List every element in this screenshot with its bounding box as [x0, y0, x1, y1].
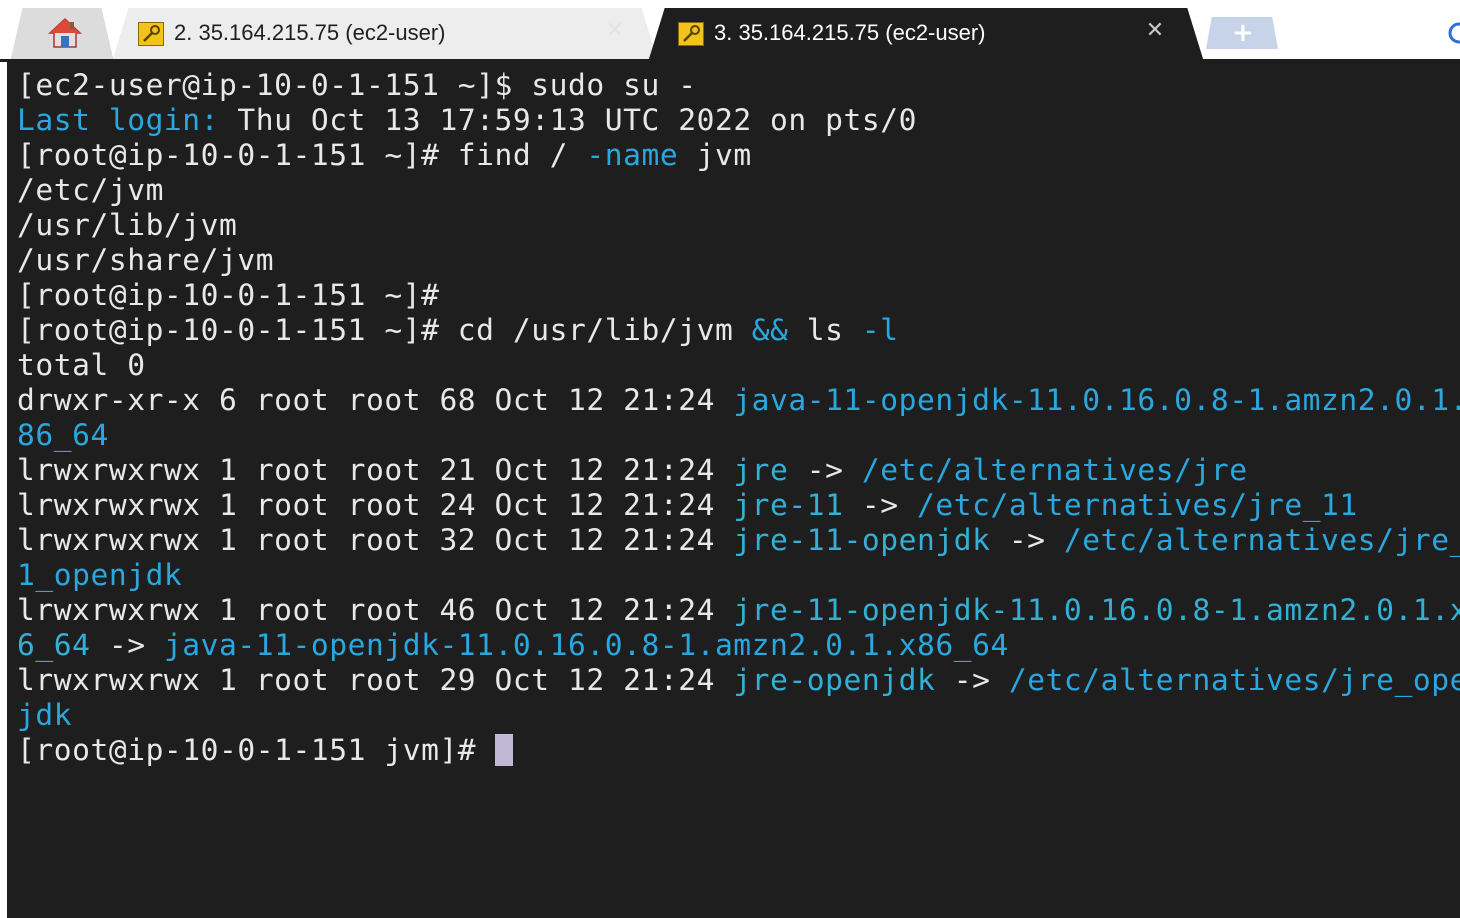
terminal-text: /usr/lib/jvm [17, 208, 238, 242]
terminal-line: Last login: Thu Oct 13 17:59:13 UTC 2022… [17, 103, 1460, 138]
terminal-pane[interactable]: [ec2-user@ip-10-0-1-151 ~]$ sudo su - Las… [7, 62, 1460, 918]
terminal-line: lrwxrwxrwx 1 root root 24 Oct 12 21:24 j… [17, 488, 1460, 523]
terminal-line: total 0 [17, 348, 1460, 383]
close-icon[interactable]: ✕ [602, 18, 628, 44]
terminal-text: java-11-openjdk-11.0.16.0.8-1.amzn2.0.1.… [733, 383, 1460, 417]
terminal-text: && [751, 313, 789, 347]
terminal-text: lrwxrwxrwx 1 root root 46 Oct 12 21:24 [17, 593, 734, 627]
terminal-line: /usr/lib/jvm [17, 208, 1460, 243]
tab-bar: 2. 35.164.215.75 (ec2-user) ✕ 3. 35.164.… [0, 0, 1460, 62]
terminal-line: [root@ip-10-0-1-151 ~]# find / -name jvm [17, 138, 1460, 173]
key-icon [678, 22, 704, 46]
terminal-text: jdk [17, 698, 73, 732]
terminal-text: Thu Oct 13 17:59:13 UTC 2022 on pts/0 [219, 103, 917, 137]
close-icon[interactable]: ✕ [1142, 18, 1168, 44]
terminal-text: 86_64 [17, 418, 109, 452]
terminal-text: java-11-openjdk-11.0.16.0.8-1.amzn2.0.1.… [163, 628, 1009, 662]
tab-title: 2. 35.164.215.75 (ec2-user) [174, 20, 446, 45]
terminal-text: /etc/alternatives/jre_11 [916, 488, 1358, 522]
terminal-line: /etc/jvm [17, 173, 1460, 208]
terminal-text: [root@ip-10-0-1-151 ~]# find / [17, 138, 587, 172]
terminal-text: [root@ip-10-0-1-151 jvm]# [17, 733, 495, 767]
terminal-line: 86_64 [17, 418, 1460, 453]
terminal-text: -> [788, 453, 862, 487]
terminal-text: /etc/alternatives/jre_1 [1063, 523, 1460, 557]
home-icon[interactable] [48, 16, 82, 50]
tab-title: 3. 35.164.215.75 (ec2-user) [714, 20, 986, 45]
terminal-line: [ec2-user@ip-10-0-1-151 ~]$ sudo su - [17, 68, 1460, 103]
terminal-text: [ec2-user@ip-10-0-1-151 ~]$ sudo su - [17, 68, 697, 102]
terminal-line: 6_64 -> java-11-openjdk-11.0.16.0.8-1.am… [17, 628, 1460, 663]
terminal-text: -name [586, 138, 679, 172]
terminal-line: [root@ip-10-0-1-151 jvm]# [17, 733, 1460, 768]
terminal-text: /etc/jvm [17, 173, 164, 207]
terminal-text: [root@ip-10-0-1-151 ~]# cd /usr/lib/jvm [17, 313, 752, 347]
terminal-text: -> [90, 628, 164, 662]
terminal-text: -l [861, 313, 899, 347]
window-edge [0, 62, 7, 918]
terminal-cursor [494, 734, 513, 766]
terminal-text: lrwxrwxrwx 1 root root 21 Oct 12 21:24 [17, 453, 734, 487]
tab-session-3[interactable]: 3. 35.164.215.75 (ec2-user) ✕ [648, 8, 1204, 62]
terminal-text: jre [733, 453, 789, 487]
terminal-text: jre-11-openjdk [733, 523, 991, 557]
terminal-text: 6_64 [17, 628, 91, 662]
plus-icon: + [1232, 18, 1254, 48]
terminal-line: /usr/share/jvm [17, 243, 1460, 278]
new-tab-button[interactable]: + [1206, 17, 1278, 49]
terminal-text: -> [935, 663, 1009, 697]
terminal-line: [root@ip-10-0-1-151 ~]# [17, 278, 1460, 313]
terminal-line: lrwxrwxrwx 1 root root 29 Oct 12 21:24 j… [17, 663, 1460, 698]
terminal-line: 1_openjdk [17, 558, 1460, 593]
app-logo-icon [1448, 22, 1460, 44]
terminal-text: drwxr-xr-x 6 root root 68 Oct 12 21:24 [17, 383, 734, 417]
tab-session-2[interactable]: 2. 35.164.215.75 (ec2-user) ✕ [112, 8, 658, 62]
terminal-line: lrwxrwxrwx 1 root root 46 Oct 12 21:24 j… [17, 593, 1460, 628]
terminal-output: [ec2-user@ip-10-0-1-151 ~]$ sudo su - Las… [17, 68, 1460, 768]
terminal-text: [root@ip-10-0-1-151 ~]# [17, 278, 440, 312]
terminal-text: Last login: [17, 103, 220, 137]
terminal-text: lrwxrwxrwx 1 root root 29 Oct 12 21:24 [17, 663, 734, 697]
terminal-text: -> [843, 488, 917, 522]
terminal-text: total 0 [17, 348, 146, 382]
terminal-line: [root@ip-10-0-1-151 ~]# cd /usr/lib/jvm … [17, 313, 1460, 348]
terminal-text: /usr/share/jvm [17, 243, 275, 277]
terminal-text: jre-openjdk [733, 663, 936, 697]
terminal-line: lrwxrwxrwx 1 root root 21 Oct 12 21:24 j… [17, 453, 1460, 488]
terminal-text: lrwxrwxrwx 1 root root 24 Oct 12 21:24 [17, 488, 734, 522]
terminal-line: lrwxrwxrwx 1 root root 32 Oct 12 21:24 j… [17, 523, 1460, 558]
terminal-text: /etc/alternatives/jre_open [1008, 663, 1460, 697]
terminal-text: ls [788, 313, 862, 347]
terminal-text: -> [990, 523, 1064, 557]
terminal-text: jre-11-openjdk-11.0.16.0.8-1.amzn2.0.1.x… [733, 593, 1460, 627]
terminal-line: drwxr-xr-x 6 root root 68 Oct 12 21:24 j… [17, 383, 1460, 418]
terminal-text: jre-11 [733, 488, 844, 522]
terminal-text: lrwxrwxrwx 1 root root 32 Oct 12 21:24 [17, 523, 734, 557]
terminal-text: jvm [678, 138, 752, 172]
terminal-text: /etc/alternatives/jre [861, 453, 1248, 487]
terminal-line: jdk [17, 698, 1460, 733]
key-icon [138, 22, 164, 46]
terminal-text: 1_openjdk [17, 558, 183, 592]
